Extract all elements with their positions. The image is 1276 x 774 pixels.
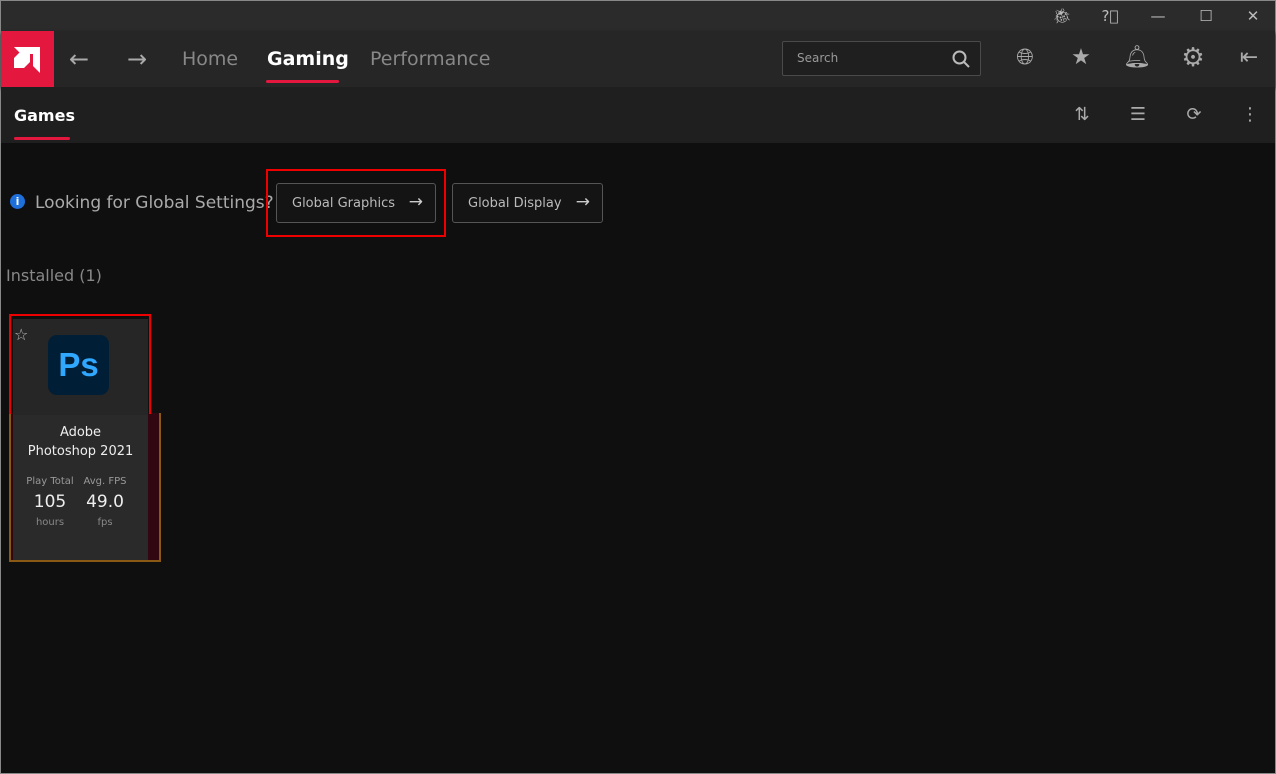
maximize-button[interactable]: ☐: [1194, 5, 1218, 27]
play-total-unit: hours: [35, 517, 65, 528]
arrow-right-icon: →: [575, 192, 590, 212]
tab-performance[interactable]: Performance: [370, 48, 490, 70]
tab-home[interactable]: Home: [182, 48, 238, 70]
gear-icon[interactable]: ⚙: [1178, 43, 1208, 73]
minimize-button[interactable]: —: [1146, 5, 1170, 27]
play-total-stat: Play Total 105 hours: [19, 476, 81, 528]
tab-gaming[interactable]: Gaming: [267, 48, 349, 70]
main-nav: ← → Home Gaming Performance Search 🌐︎ ★ …: [1, 31, 1275, 87]
avg-fps-stat: Avg. FPS 49.0 fps: [74, 476, 136, 528]
bell-icon[interactable]: 🔔︎: [1122, 43, 1152, 73]
avg-fps-value: 49.0: [86, 492, 124, 512]
title-bar: 🐞︎ ?⃝ — ☐ ✕: [1, 1, 1275, 31]
search-icon[interactable]: [952, 50, 970, 68]
search-placeholder: Search: [797, 51, 839, 65]
globe-icon[interactable]: 🌐︎: [1010, 43, 1040, 73]
search-input[interactable]: Search: [782, 41, 981, 76]
forward-arrow-icon[interactable]: →: [127, 45, 147, 73]
amd-logo[interactable]: [1, 31, 54, 87]
game-card[interactable]: ☆ Ps Adobe Photoshop 2021 Play Total 105…: [13, 319, 148, 560]
close-button[interactable]: ✕: [1241, 5, 1265, 27]
favorite-star-icon[interactable]: ☆: [14, 325, 28, 344]
back-arrow-icon[interactable]: ←: [69, 45, 89, 73]
game-name: Adobe Photoshop 2021: [27, 425, 134, 459]
installed-heading: Installed (1): [6, 266, 102, 285]
avg-fps-label: Avg. FPS: [83, 476, 127, 487]
photoshop-icon: Ps: [48, 335, 109, 395]
arrow-right-icon: →: [408, 192, 423, 212]
global-display-label: Global Display: [468, 196, 562, 211]
sub-nav: Games ⇅ ☰ ⟳ ⋮: [1, 87, 1275, 143]
play-total-value: 105: [33, 492, 67, 512]
more-icon[interactable]: ⋮: [1237, 102, 1263, 128]
avg-fps-unit: fps: [97, 517, 113, 528]
bug-report-icon[interactable]: 🐞︎: [1050, 5, 1074, 27]
global-display-button[interactable]: Global Display →: [452, 183, 603, 223]
active-tab-indicator: [266, 80, 339, 83]
info-icon: i: [10, 194, 25, 209]
games-tab-indicator: [14, 137, 70, 140]
global-graphics-label: Global Graphics: [292, 196, 396, 211]
star-icon[interactable]: ★: [1066, 43, 1096, 73]
refresh-icon[interactable]: ⟳: [1181, 102, 1207, 128]
global-graphics-button[interactable]: Global Graphics →: [276, 183, 436, 223]
list-view-icon[interactable]: ☰: [1125, 102, 1151, 128]
global-settings-prompt: Looking for Global Settings?: [35, 193, 274, 213]
help-icon[interactable]: ?⃝: [1098, 5, 1122, 27]
sidebar-toggle-icon[interactable]: ⇤: [1234, 43, 1264, 73]
play-total-label: Play Total: [26, 476, 74, 487]
tab-games[interactable]: Games: [14, 106, 75, 125]
sort-icon[interactable]: ⇅: [1069, 102, 1095, 128]
